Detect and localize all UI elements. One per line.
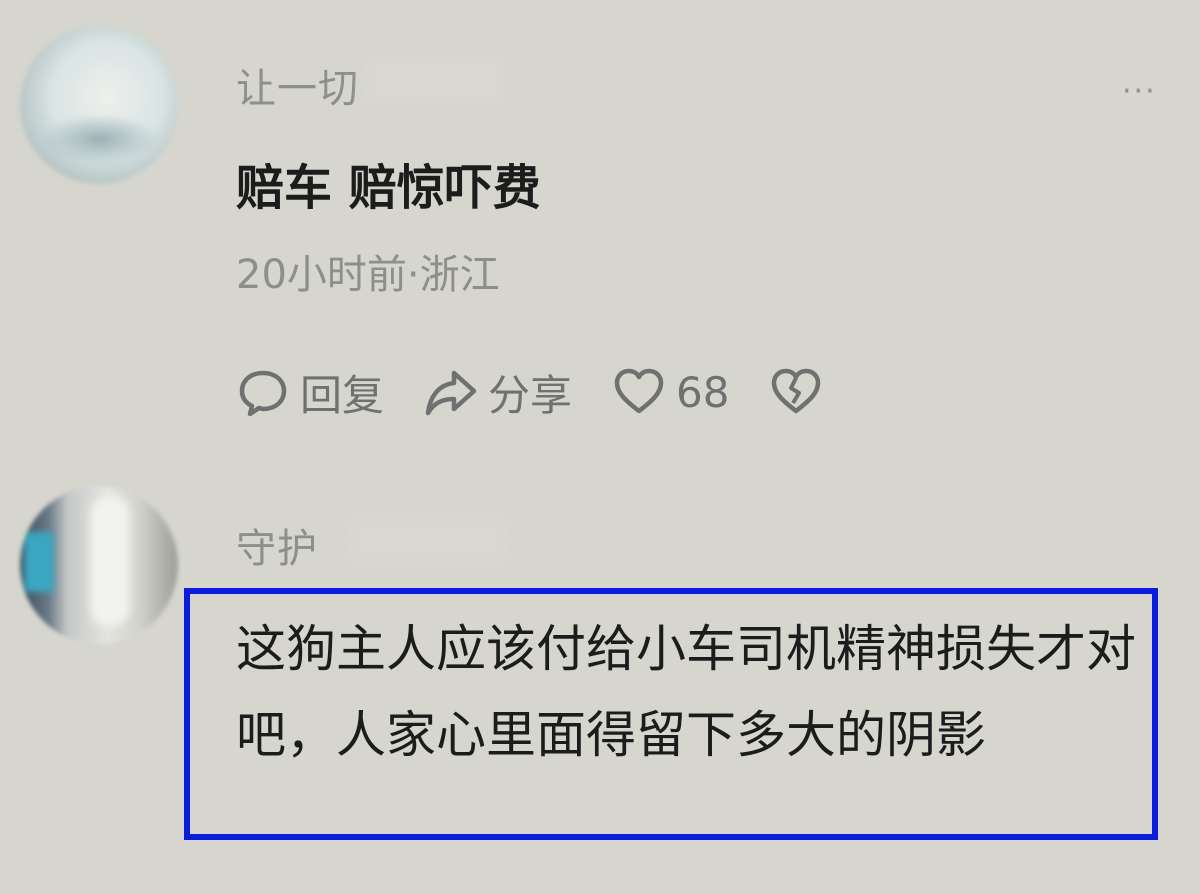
- username-redaction: [364, 58, 504, 104]
- reply-label: 回复: [300, 370, 385, 420]
- reply-button[interactable]: 回复: [236, 362, 384, 423]
- username[interactable]: 守护: [236, 516, 318, 574]
- username[interactable]: 让一切: [236, 56, 359, 114]
- dislike-button[interactable]: [769, 365, 833, 419]
- share-label: 分享: [488, 370, 573, 420]
- avatar[interactable]: [20, 26, 178, 184]
- username-redaction: [348, 518, 508, 564]
- chat-bubble-icon: [239, 370, 287, 417]
- share-button[interactable]: 分享: [424, 362, 572, 423]
- comment-text: 赔车 赔惊吓费: [236, 160, 541, 216]
- like-count: 68: [676, 367, 730, 417]
- heart-icon: [614, 368, 664, 414]
- broken-heart-icon: [772, 368, 821, 414]
- avatar[interactable]: [20, 486, 178, 644]
- more-dots-icon[interactable]: ···: [1122, 74, 1157, 109]
- comment-text: 这狗主人应该付给小车司机精神损失才对吧，人家心里面得留下多大的阴影: [236, 620, 1136, 764]
- share-arrow-icon: [425, 370, 477, 416]
- comment-meta: 20小时前·浙江: [236, 252, 500, 298]
- like-button[interactable]: 68: [612, 365, 729, 419]
- comment-actions: 回复 分享 68: [236, 362, 873, 422]
